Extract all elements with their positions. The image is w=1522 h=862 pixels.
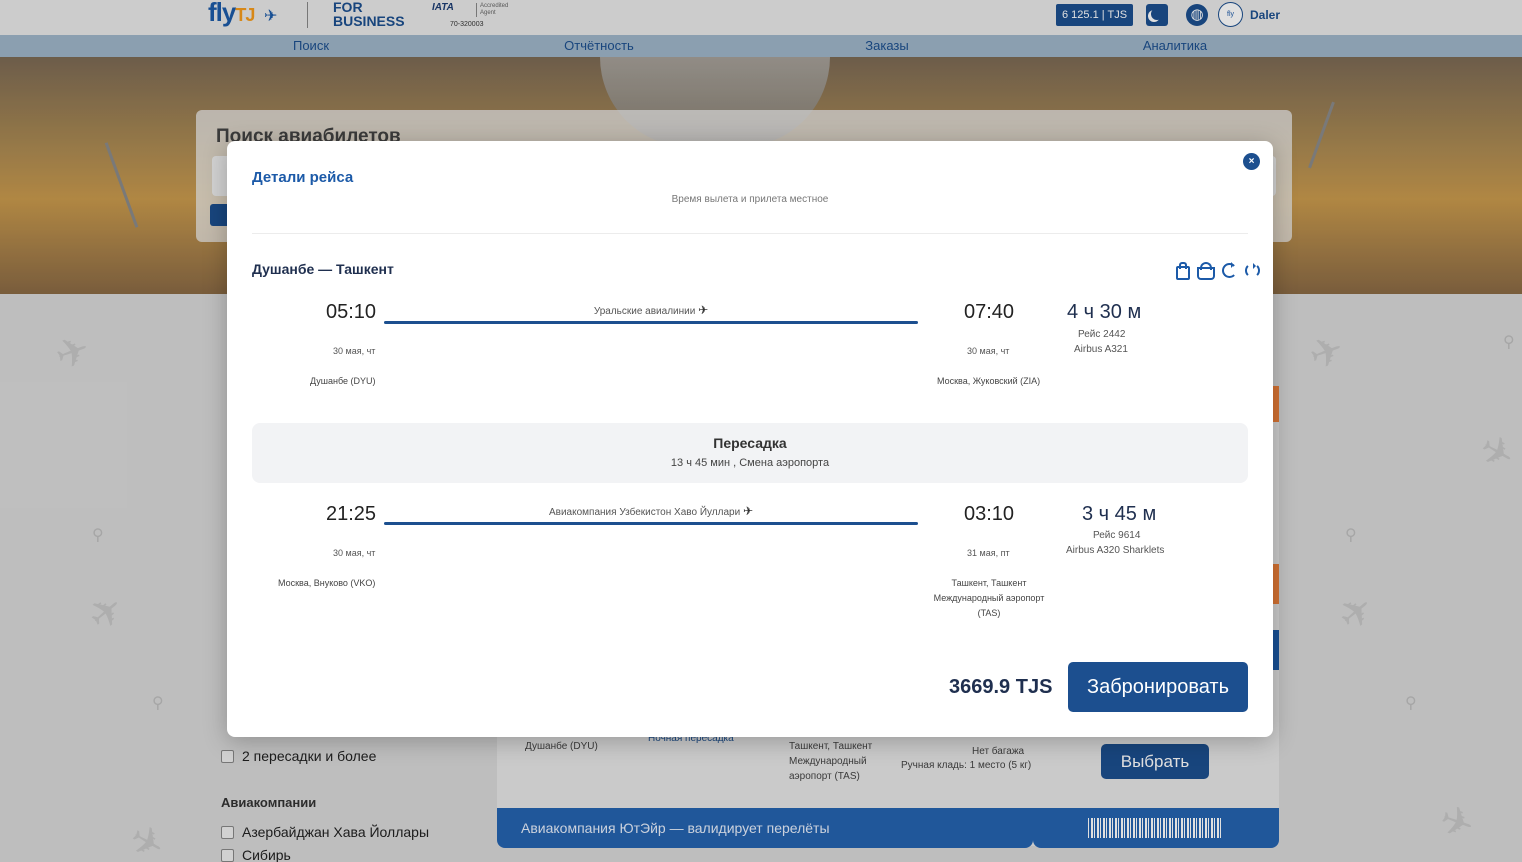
- arrival-place: Москва, Жуковский (ZIA): [937, 376, 1041, 386]
- arrival-date: 31 мая, пт: [967, 548, 1010, 558]
- segment-duration: 4 ч 30 м: [1067, 301, 1142, 323]
- flight-number: Рейс 2442: [1078, 329, 1126, 340]
- arrival-time: 03:10: [964, 503, 1015, 525]
- segment-airline: Авиакомпания Узбекистон Хаво Йуллари ✈: [548, 504, 754, 518]
- refresh-icon[interactable]: [1220, 261, 1237, 278]
- total-price: 3669.9 TJS: [949, 676, 1053, 698]
- close-icon[interactable]: ×: [1243, 153, 1260, 170]
- route-title: Душанбе — Ташкент: [252, 261, 394, 277]
- flight-number: Рейс 9614: [1093, 530, 1141, 541]
- book-button[interactable]: Забронировать: [1068, 662, 1248, 712]
- departure-time: 21:25: [326, 503, 377, 525]
- aircraft-type: Airbus A321: [1074, 344, 1128, 355]
- arrival-date: 30 мая, чт: [967, 346, 1010, 356]
- modal-divider: [252, 233, 1248, 234]
- plane-icon: ✈: [742, 504, 754, 518]
- segment-duration: 3 ч 45 м: [1082, 503, 1157, 525]
- segment-airline: Уральские авиалинии ✈: [593, 303, 709, 317]
- departure-place: Москва, Внуково (VKO): [278, 578, 376, 588]
- aircraft-type: Airbus A320 Sharklets: [1066, 545, 1165, 556]
- departure-place: Душанбе (DYU): [310, 376, 376, 386]
- sync-icon[interactable]: [1243, 261, 1261, 278]
- flight-details-modal: × Детали рейса Время вылета и прилета ме…: [227, 141, 1273, 737]
- basket-icon[interactable]: [1196, 261, 1216, 280]
- segment-line: [384, 321, 918, 324]
- segment-line: [384, 522, 918, 525]
- transfer-block: Пересадка 13 ч 45 мин , Смена аэропорта: [252, 423, 1248, 483]
- modal-title: Детали рейса: [252, 169, 354, 186]
- plane-icon: ✈: [698, 303, 709, 317]
- transfer-title: Пересадка: [713, 435, 787, 451]
- bag-icon[interactable]: [1173, 261, 1190, 280]
- local-time-note: Время вылета и прилета местное: [671, 194, 829, 205]
- arrival-time: 07:40: [964, 301, 1015, 323]
- departure-date: 30 мая, чт: [333, 346, 376, 356]
- fare-icons: [1173, 261, 1262, 280]
- arrival-place: Ташкент, Ташкент Международный аэропорт …: [933, 578, 1045, 618]
- transfer-details: 13 ч 45 мин , Смена аэропорта: [670, 457, 830, 469]
- departure-time: 05:10: [326, 301, 377, 323]
- departure-date: 30 мая, чт: [333, 548, 376, 558]
